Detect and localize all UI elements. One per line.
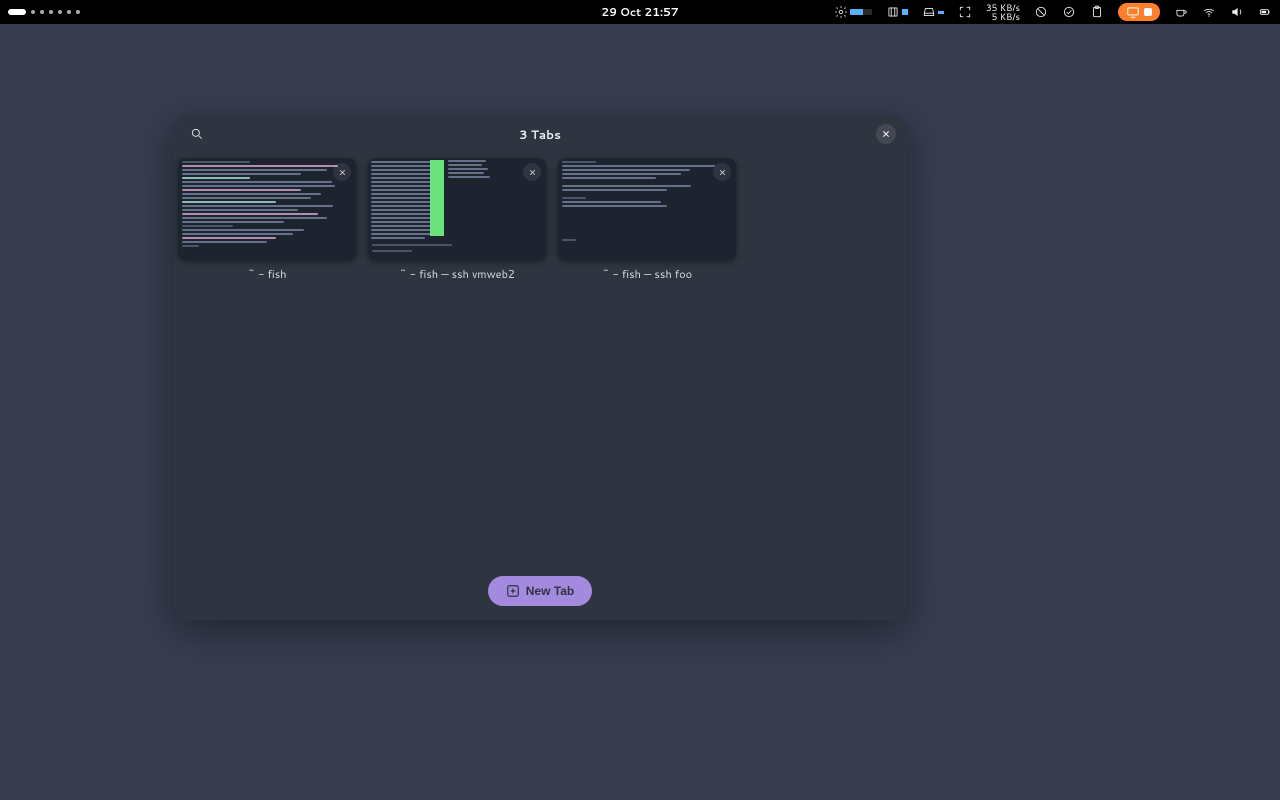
- tab-thumbnail: [178, 158, 356, 260]
- caffeine-icon[interactable]: [1174, 5, 1188, 19]
- tab-tile[interactable]: ~ - fish: [178, 158, 356, 282]
- memory-indicator[interactable]: [886, 5, 908, 19]
- htop-bar-block: [430, 160, 444, 236]
- check-circle-icon[interactable]: [1062, 5, 1076, 19]
- tab-label: ~ - fish — ssh foo: [558, 266, 736, 282]
- overview-header: 3 Tabs: [174, 116, 906, 152]
- do-not-disturb-icon[interactable]: [1034, 5, 1048, 19]
- close-icon: [339, 169, 346, 176]
- network-speed[interactable]: 35 KB/s 5 KB/s: [986, 3, 1020, 21]
- workspace-indicator[interactable]: [8, 9, 80, 15]
- workspace-dot: [40, 10, 44, 14]
- disk-indicator[interactable]: [922, 5, 944, 19]
- clipboard-icon[interactable]: [1090, 5, 1104, 19]
- close-icon: [719, 169, 726, 176]
- close-tab-button[interactable]: [713, 163, 731, 181]
- plus-box-icon: [506, 584, 520, 598]
- tabs-grid: ~ - fish: [174, 152, 906, 562]
- close-tab-button[interactable]: [333, 163, 351, 181]
- new-tab-button[interactable]: New Tab: [488, 576, 592, 606]
- tab-label: ~ - fish — ssh vmweb2: [368, 266, 546, 282]
- screen-icon: [1126, 5, 1140, 19]
- close-icon: [529, 169, 536, 176]
- tab-tile[interactable]: ~ - fish — ssh foo: [558, 158, 736, 282]
- disk-icon: [922, 5, 936, 19]
- tab-thumbnail: [558, 158, 736, 260]
- workspace-active: [8, 9, 26, 15]
- workspace-dot: [76, 10, 80, 14]
- fullscreen-icon[interactable]: [958, 5, 972, 19]
- tab-overview-panel: 3 Tabs: [174, 116, 906, 620]
- gear-icon: [834, 5, 848, 19]
- system-tray: 35 KB/s 5 KB/s: [834, 3, 1272, 21]
- workspace-dot: [58, 10, 62, 14]
- wifi-icon[interactable]: [1202, 5, 1216, 19]
- workspace-dot: [49, 10, 53, 14]
- screencast-indicator[interactable]: [1118, 3, 1160, 21]
- power-icon[interactable]: [1258, 5, 1272, 19]
- workspace-dot: [67, 10, 71, 14]
- stop-icon: [1144, 8, 1152, 16]
- net-speed-down: 5 KB/s: [986, 12, 1020, 21]
- top-bar: 29 Oct 21:57 35 KB/s 5 KB/s: [0, 0, 1280, 24]
- tab-thumbnail: [368, 158, 546, 260]
- memory-icon: [886, 5, 900, 19]
- overview-footer: New Tab: [174, 562, 906, 620]
- cpu-indicator[interactable]: [834, 5, 872, 19]
- workspace-dot: [31, 10, 35, 14]
- tab-label: ~ - fish: [178, 266, 356, 282]
- new-tab-label: New Tab: [526, 584, 574, 598]
- close-tab-button[interactable]: [523, 163, 541, 181]
- tab-tile[interactable]: ~ - fish — ssh vmweb2: [368, 158, 546, 282]
- overview-title: 3 Tabs: [174, 126, 906, 143]
- volume-icon[interactable]: [1230, 5, 1244, 19]
